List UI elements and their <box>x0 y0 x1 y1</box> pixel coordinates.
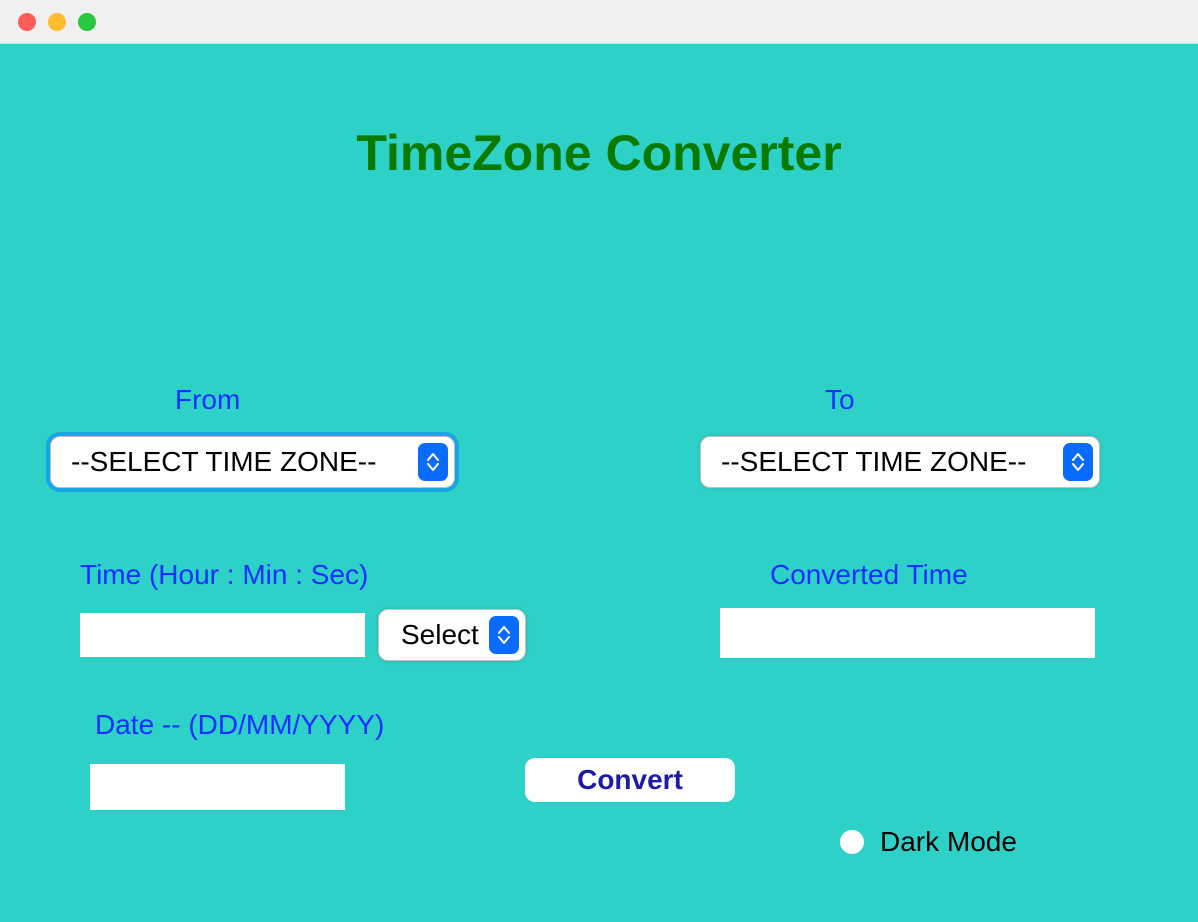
ampm-select[interactable]: Select <box>378 609 526 661</box>
minimize-icon[interactable] <box>48 13 66 31</box>
chevron-updown-icon <box>1063 443 1093 481</box>
date-input[interactable] <box>90 764 345 810</box>
converted-time-label: Converted Time <box>770 559 968 591</box>
chevron-updown-icon <box>418 443 448 481</box>
radio-icon <box>840 830 864 854</box>
to-timezone-value: --SELECT TIME ZONE-- <box>701 446 1063 478</box>
page-title: TimeZone Converter <box>0 124 1198 182</box>
chevron-updown-icon <box>489 616 519 654</box>
dark-mode-label: Dark Mode <box>880 826 1017 858</box>
time-label: Time (Hour : Min : Sec) <box>80 559 368 591</box>
converted-time-output <box>720 608 1095 658</box>
ampm-value: Select <box>379 619 489 651</box>
from-timezone-value: --SELECT TIME ZONE-- <box>51 446 418 478</box>
content-area: TimeZone Converter From To Time (Hour : … <box>0 44 1198 922</box>
convert-button[interactable]: Convert <box>525 758 735 802</box>
from-timezone-select[interactable]: --SELECT TIME ZONE-- <box>50 436 455 488</box>
to-timezone-select[interactable]: --SELECT TIME ZONE-- <box>700 436 1100 488</box>
date-label: Date -- (DD/MM/YYYY) <box>95 709 384 741</box>
from-label: From <box>175 384 240 416</box>
titlebar <box>0 0 1198 44</box>
maximize-icon[interactable] <box>78 13 96 31</box>
app-window: TimeZone Converter From To Time (Hour : … <box>0 0 1198 922</box>
to-label: To <box>825 384 855 416</box>
dark-mode-toggle[interactable]: Dark Mode <box>840 826 1017 858</box>
time-input[interactable] <box>80 613 365 657</box>
close-icon[interactable] <box>18 13 36 31</box>
